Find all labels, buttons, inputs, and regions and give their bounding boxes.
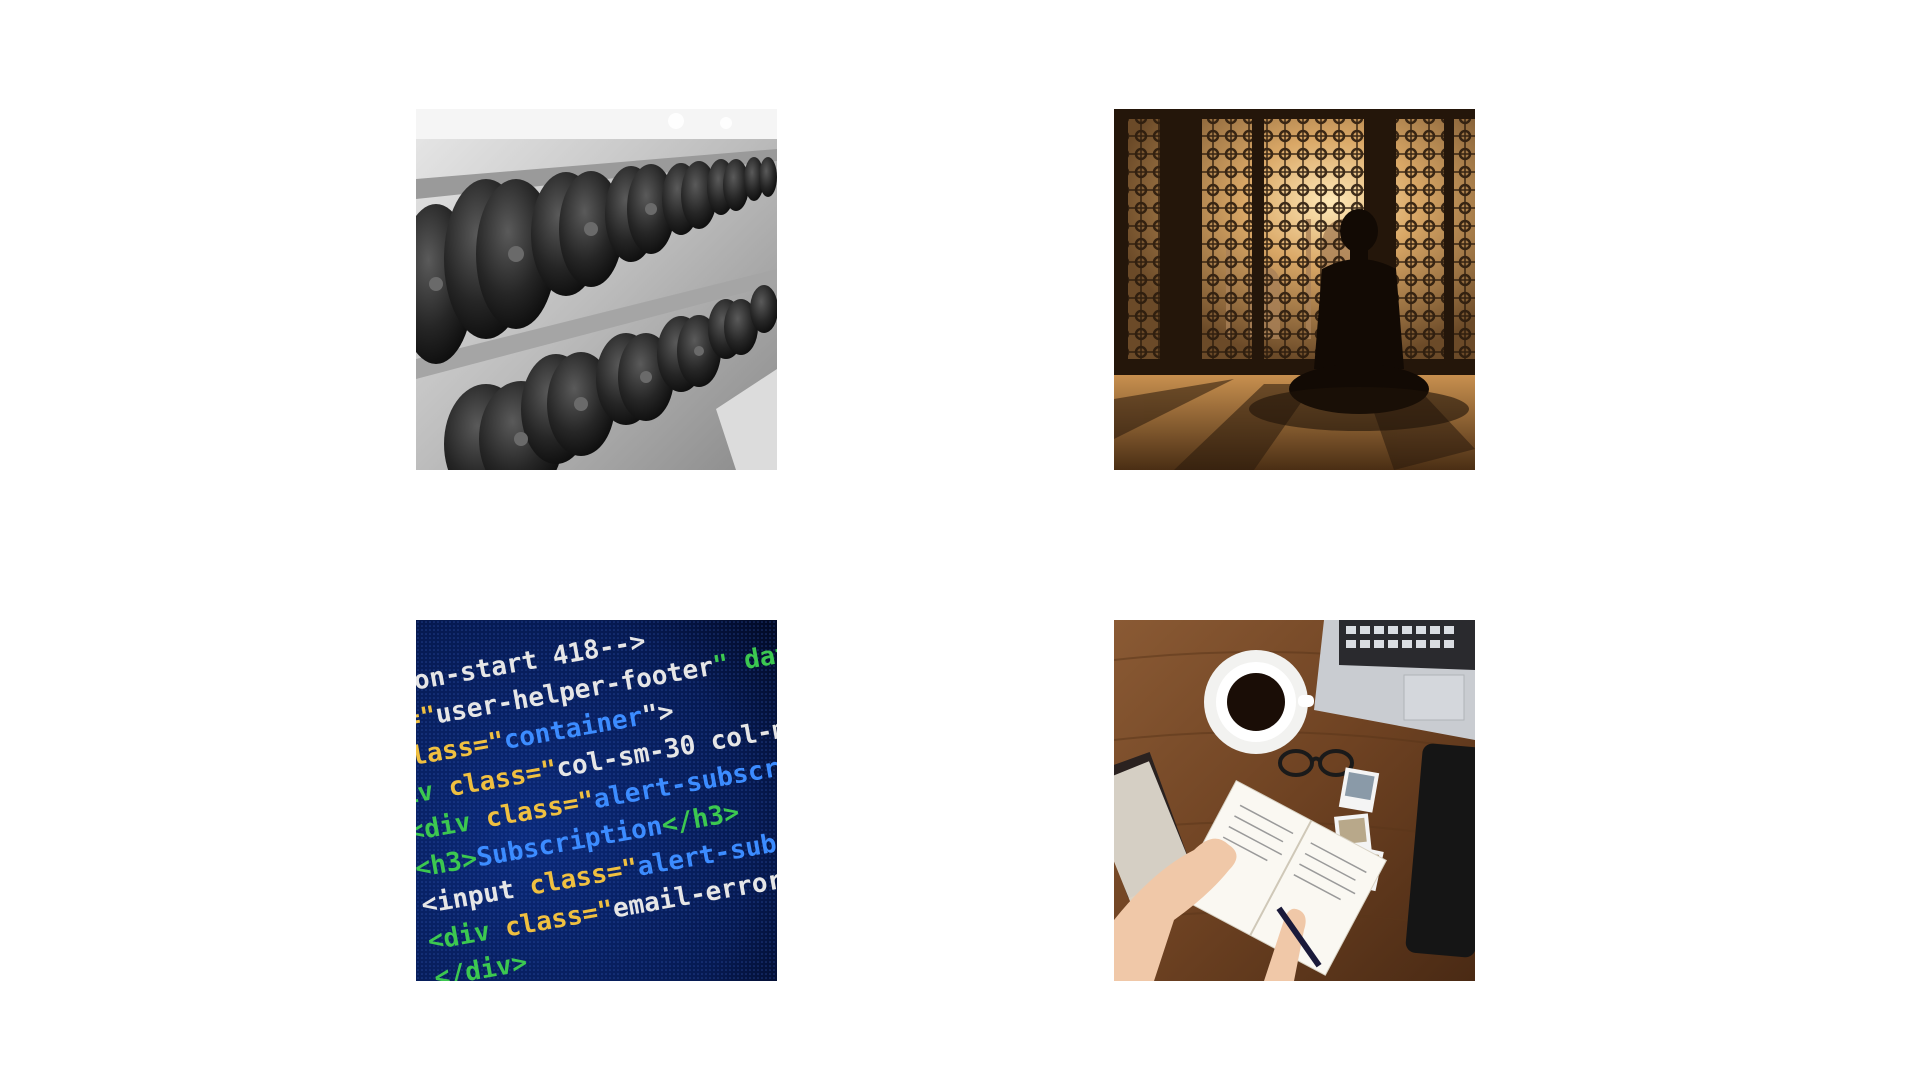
- gallery-image-dumbbells[interactable]: [416, 109, 777, 470]
- code-photo: gion-start 418-->s="user-helper-footer" …: [416, 620, 777, 981]
- gallery-image-code[interactable]: gion-start 418--> s="user-helper-footer" …: [416, 620, 777, 981]
- meditation-photo: [1114, 109, 1475, 470]
- image-gallery: gion-start 418--> s="user-helper-footer" …: [0, 0, 1920, 1080]
- dumbbells-photo: [416, 109, 777, 470]
- desk-photo: [1114, 620, 1475, 981]
- gallery-image-desk[interactable]: [1114, 620, 1475, 981]
- gallery-image-meditation[interactable]: [1114, 109, 1475, 470]
